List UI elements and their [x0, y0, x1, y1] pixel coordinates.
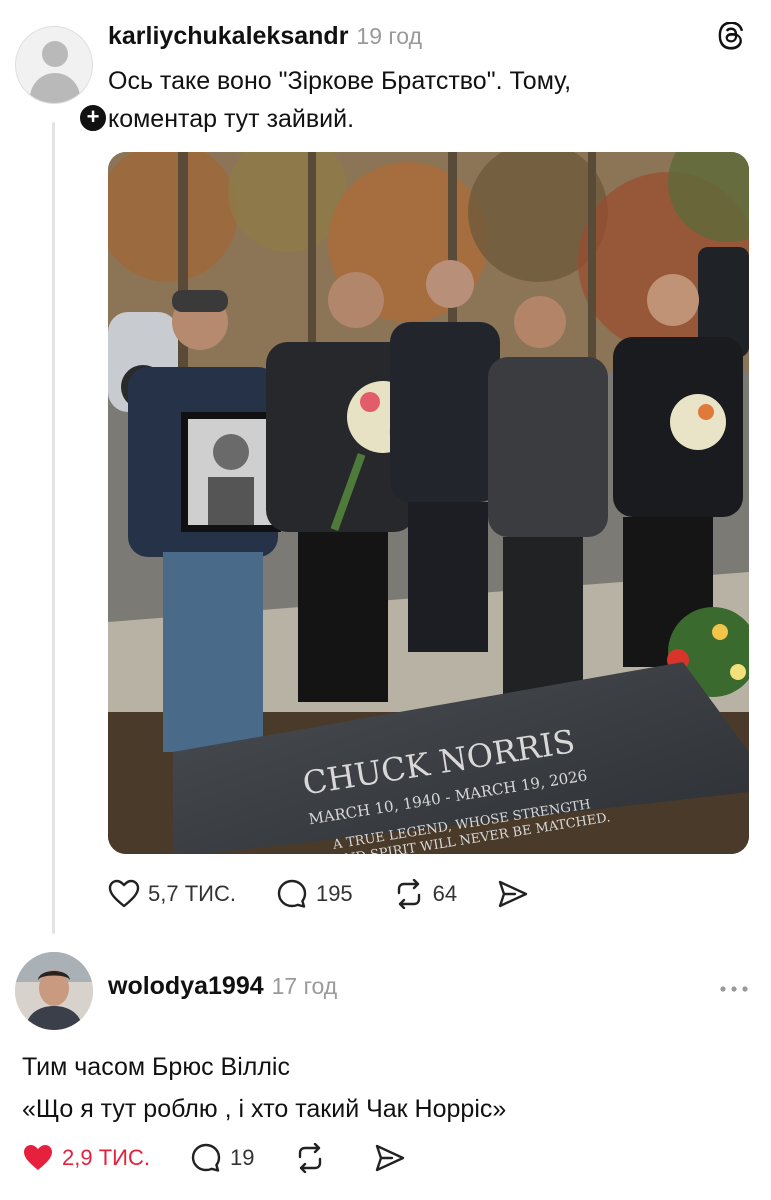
follow-plus-icon[interactable]: + — [77, 102, 109, 134]
send-icon — [376, 1144, 405, 1172]
share-button[interactable] — [374, 1143, 414, 1173]
author-avatar[interactable]: + — [15, 26, 109, 134]
post-author[interactable]: wolodya1994 17 год — [108, 972, 337, 1001]
post-1-actions: 5,7 ТИС. 195 64 — [108, 878, 577, 910]
heart-icon — [108, 879, 140, 908]
comment-count: 19 — [229, 1145, 255, 1170]
comment-button[interactable]: 195 — [276, 878, 353, 910]
repost-icon — [397, 879, 420, 909]
post-photo[interactable]: CHUCK NORRIS MARCH 10, 1940 - MARCH 19, … — [108, 152, 749, 854]
username-text[interactable]: wolodya1994 — [108, 972, 264, 1000]
repost-icon — [299, 1143, 322, 1173]
comment-button[interactable]: 19 — [190, 1142, 254, 1174]
like-count: 5,7 ТИС. — [148, 881, 236, 906]
comment-bubble-icon — [191, 1143, 221, 1172]
heart-filled-icon — [24, 1145, 52, 1170]
post-timestamp: 17 год — [271, 973, 338, 999]
post-text-line: коментар тут зайвий. — [108, 105, 355, 133]
repost-button[interactable]: 64 — [393, 879, 457, 909]
comment-count: 195 — [315, 881, 353, 906]
username-text[interactable]: karliychukaleksandr — [108, 22, 348, 50]
like-button-liked[interactable]: 2,9 ТИС. — [22, 1143, 150, 1173]
more-options-icon[interactable] — [718, 984, 750, 994]
author-avatar[interactable] — [15, 952, 93, 1030]
thread-connector-line — [52, 122, 55, 934]
comment-bubble-icon — [277, 879, 307, 908]
like-button[interactable]: 5,7 ТИС. — [108, 879, 236, 909]
share-button[interactable] — [497, 879, 537, 909]
post-text-line: Тим часом Брюс Вілліс — [22, 1053, 290, 1081]
default-avatar-icon — [15, 26, 93, 104]
post-text-line: «Що я тут роблю , і хто такий Чак Норріс… — [22, 1095, 507, 1123]
post-2-actions: 2,9 ТИС. 19 — [22, 1142, 454, 1174]
post-text-line: Ось таке воно "Зіркове Братство". Тому, — [108, 67, 572, 95]
photo-illustration: CHUCK NORRIS MARCH 10, 1940 - MARCH 19, … — [108, 152, 749, 854]
threads-logo-icon — [718, 22, 744, 50]
repost-count: 64 — [432, 881, 458, 906]
post-timestamp: 19 год — [356, 23, 422, 49]
post-author[interactable]: karliychukaleksandr 19 год — [108, 22, 422, 51]
repost-button[interactable] — [294, 1143, 334, 1173]
post-body: Ось таке воно "Зіркове Братство". Тому, … — [108, 62, 728, 138]
user-photo-avatar-icon — [15, 952, 93, 1030]
send-icon — [498, 880, 528, 908]
like-count: 2,9 ТИС. — [62, 1145, 150, 1170]
post-body: Тим часом Брюс Вілліс «Що я тут роблю , … — [22, 1046, 742, 1130]
